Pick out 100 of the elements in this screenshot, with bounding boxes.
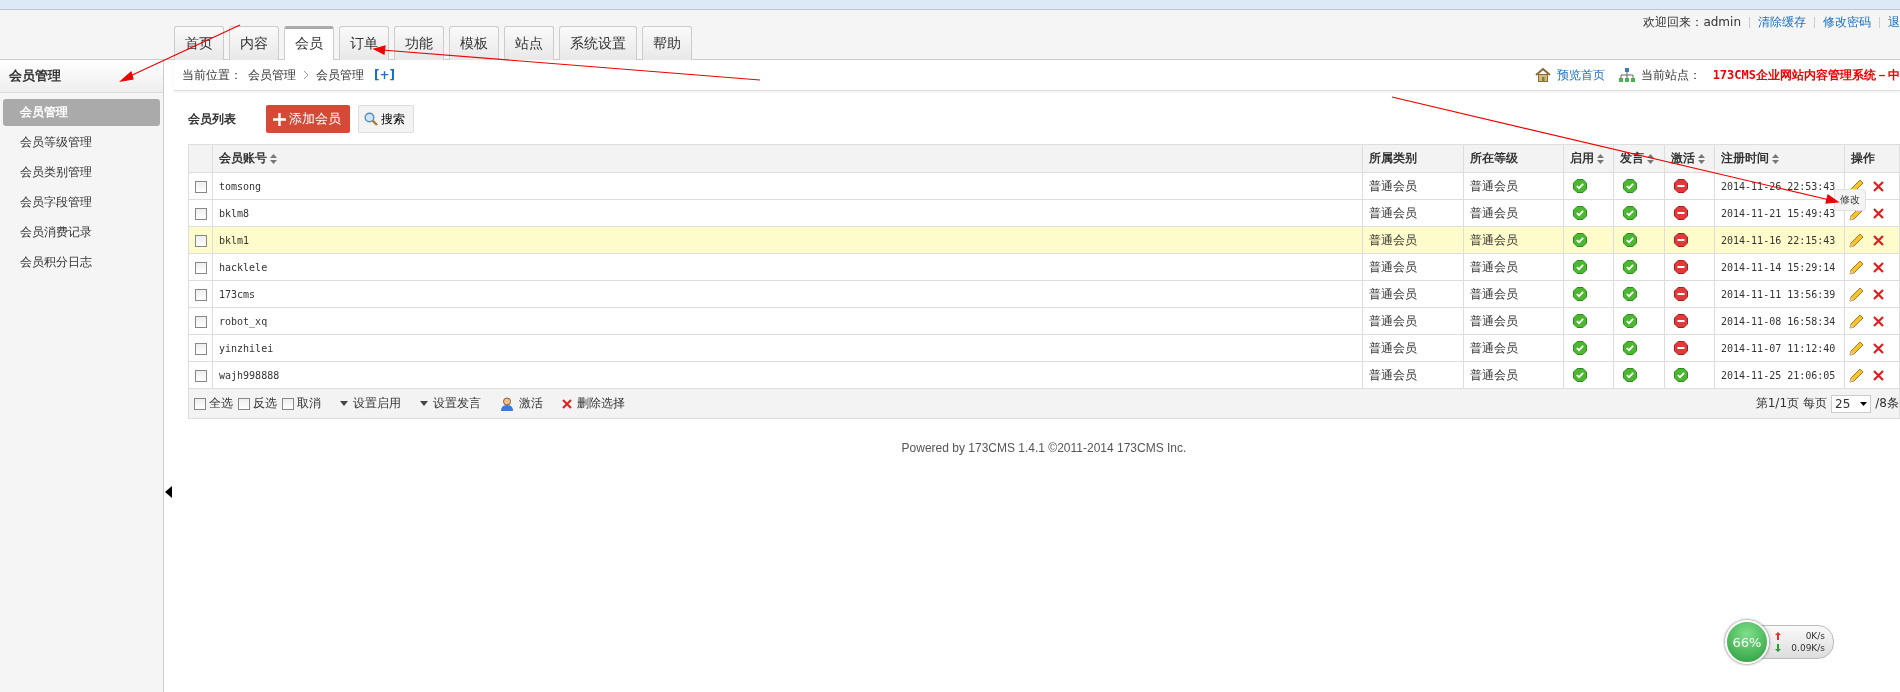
bulk-action[interactable]: 激活 bbox=[500, 395, 543, 412]
pencil-icon[interactable] bbox=[1849, 286, 1864, 302]
sidebar-item[interactable]: 会员类别管理 bbox=[3, 159, 160, 186]
blocked-status-icon[interactable] bbox=[1674, 287, 1688, 301]
check-status-icon[interactable] bbox=[1623, 341, 1637, 355]
delete-icon[interactable] bbox=[1872, 342, 1884, 354]
check-status-icon[interactable] bbox=[1573, 287, 1587, 301]
column-header[interactable]: 发言 bbox=[1613, 144, 1665, 173]
blocked-status-icon[interactable] bbox=[1674, 179, 1688, 193]
row-checkbox[interactable] bbox=[195, 369, 207, 382]
sidebar-item[interactable]: 会员消费记录 bbox=[3, 219, 160, 246]
breadcrumb-item[interactable]: 会员管理 bbox=[316, 66, 364, 84]
select-option[interactable]: 全选 bbox=[194, 395, 233, 412]
select-option[interactable]: 取消 bbox=[282, 395, 321, 412]
column-header[interactable]: 启用 bbox=[1563, 144, 1614, 173]
table-row[interactable]: wajh998888 普通会员 普通会员 2014-11-25 21:06:05 bbox=[188, 361, 1900, 389]
list-title: 会员列表 bbox=[188, 110, 237, 128]
bulk-action[interactable]: 设置启用 bbox=[340, 395, 401, 412]
nav-tab[interactable]: 功能 bbox=[394, 26, 444, 60]
nav-tab[interactable]: 订单 bbox=[339, 26, 389, 60]
expand-link[interactable]: [+] bbox=[374, 68, 396, 82]
header-link[interactable]: 退 bbox=[1888, 14, 1900, 31]
blocked-status-icon[interactable] bbox=[1674, 341, 1688, 355]
nav-tab[interactable]: 模板 bbox=[449, 26, 499, 60]
delete-icon[interactable] bbox=[1872, 180, 1884, 192]
delete-icon[interactable] bbox=[1872, 315, 1884, 327]
breadcrumb-item[interactable]: 会员管理 bbox=[248, 66, 296, 84]
per-page-select[interactable]: 25 bbox=[1831, 394, 1872, 413]
nav-tab[interactable]: 内容 bbox=[229, 26, 279, 60]
plus-icon bbox=[273, 112, 286, 126]
sidebar-item[interactable]: 会员积分日志 bbox=[3, 249, 160, 276]
nav-tab[interactable]: 系统设置 bbox=[559, 26, 637, 60]
row-checkbox[interactable] bbox=[195, 261, 207, 274]
row-checkbox[interactable] bbox=[195, 342, 207, 355]
column-header[interactable]: 注册时间 bbox=[1714, 144, 1845, 173]
pencil-icon[interactable] bbox=[1849, 259, 1864, 275]
blocked-status-icon[interactable] bbox=[1674, 233, 1688, 247]
blocked-status-icon[interactable] bbox=[1674, 206, 1688, 220]
table-row[interactable]: 173cms 普通会员 普通会员 2014-11-11 13:56:39 bbox=[188, 280, 1900, 308]
check-status-icon[interactable] bbox=[1623, 260, 1637, 274]
level-cell: 普通会员 bbox=[1463, 280, 1564, 308]
column-header[interactable]: 会员账号 bbox=[212, 144, 1363, 173]
check-status-icon[interactable] bbox=[1674, 368, 1688, 382]
row-checkbox[interactable] bbox=[195, 180, 207, 193]
check-status-icon[interactable] bbox=[1623, 287, 1637, 301]
bulk-action[interactable]: 设置发言 bbox=[420, 395, 481, 412]
delete-icon[interactable] bbox=[1872, 288, 1884, 300]
blocked-status-icon[interactable] bbox=[1674, 314, 1688, 328]
table-row[interactable]: robot_xq 普通会员 普通会员 2014-11-08 16:58:34 bbox=[188, 307, 1900, 335]
check-status-icon[interactable] bbox=[1573, 179, 1587, 193]
delete-icon[interactable] bbox=[1872, 369, 1884, 381]
table-row[interactable]: hacklele 普通会员 普通会员 2014-11-14 15:29:14 bbox=[188, 253, 1900, 281]
checkbox[interactable] bbox=[238, 397, 250, 410]
nav-tab[interactable]: 会员 bbox=[284, 26, 334, 60]
pencil-icon[interactable] bbox=[1849, 367, 1864, 383]
check-status-icon[interactable] bbox=[1573, 233, 1587, 247]
table-row[interactable]: yinzhilei 普通会员 普通会员 2014-11-07 11:12:40 bbox=[188, 334, 1900, 362]
check-status-icon[interactable] bbox=[1573, 314, 1587, 328]
check-status-icon[interactable] bbox=[1623, 233, 1637, 247]
account-cell: wajh998888 bbox=[212, 361, 1363, 389]
bulk-action[interactable]: 删除选择 bbox=[562, 395, 625, 412]
row-checkbox[interactable] bbox=[195, 234, 207, 247]
pencil-icon[interactable] bbox=[1849, 340, 1864, 356]
sidebar-item[interactable]: 会员字段管理 bbox=[3, 189, 160, 216]
column-header: 所属类别 bbox=[1362, 144, 1464, 173]
check-status-icon[interactable] bbox=[1623, 206, 1637, 220]
column-header[interactable]: 激活 bbox=[1664, 144, 1715, 173]
down-arrow-icon bbox=[1775, 644, 1781, 652]
pencil-icon[interactable] bbox=[1849, 232, 1864, 248]
checkbox[interactable] bbox=[194, 397, 206, 410]
nav-tab[interactable]: 帮助 bbox=[642, 26, 692, 60]
header-link[interactable]: 清除缓存 bbox=[1758, 14, 1806, 31]
check-status-icon[interactable] bbox=[1623, 179, 1637, 193]
check-status-icon[interactable] bbox=[1573, 368, 1587, 382]
search-button[interactable]: 搜索 bbox=[358, 105, 414, 133]
preview-home-link[interactable]: 预览首页 bbox=[1556, 66, 1605, 84]
blocked-status-icon[interactable] bbox=[1674, 260, 1688, 274]
delete-icon[interactable] bbox=[1872, 207, 1884, 219]
row-checkbox[interactable] bbox=[195, 288, 207, 301]
category-cell: 普通会员 bbox=[1362, 199, 1464, 227]
sidebar-item[interactable]: 会员等级管理 bbox=[3, 129, 160, 156]
checkbox[interactable] bbox=[282, 397, 294, 410]
header-link[interactable]: 修改密码 bbox=[1823, 14, 1871, 31]
row-checkbox[interactable] bbox=[195, 207, 207, 220]
upload-rate: 0K/s bbox=[1805, 631, 1825, 641]
caret-icon bbox=[340, 401, 348, 406]
delete-icon[interactable] bbox=[1872, 234, 1884, 246]
pencil-icon[interactable] bbox=[1849, 313, 1864, 329]
check-status-icon[interactable] bbox=[1573, 341, 1587, 355]
add-member-button[interactable]: 添加会员 bbox=[266, 105, 350, 133]
select-option[interactable]: 反选 bbox=[238, 395, 277, 412]
check-status-icon[interactable] bbox=[1623, 368, 1637, 382]
row-checkbox[interactable] bbox=[195, 315, 207, 328]
nav-tab[interactable]: 站点 bbox=[504, 26, 554, 60]
check-status-icon[interactable] bbox=[1573, 206, 1587, 220]
check-status-icon[interactable] bbox=[1623, 314, 1637, 328]
date-cell: 2014-11-14 15:29:14 bbox=[1714, 253, 1845, 281]
table-row[interactable]: bklm1 普通会员 普通会员 2014-11-16 22:15:43 bbox=[188, 226, 1900, 254]
check-status-icon[interactable] bbox=[1573, 260, 1587, 274]
delete-icon[interactable] bbox=[1872, 261, 1884, 273]
